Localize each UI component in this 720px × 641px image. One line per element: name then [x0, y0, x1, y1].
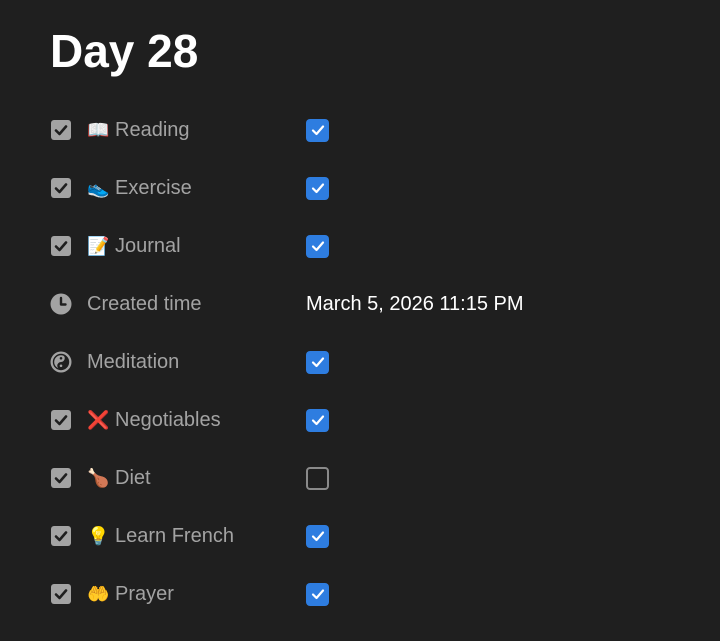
- property-label: Learn French: [115, 524, 234, 547]
- property-name-exercise[interactable]: 👟 Exercise: [50, 177, 306, 200]
- property-label: Exercise: [115, 176, 192, 199]
- property-value-journal: [306, 234, 329, 258]
- property-row-created-time: Created time March 5, 2026 11:15 PM: [50, 275, 690, 333]
- property-value-learn-french: [306, 524, 329, 548]
- yin-yang-icon: [50, 351, 72, 373]
- property-name-diet[interactable]: 🍗 Diet: [50, 467, 306, 490]
- checkbox-icon: [50, 409, 72, 431]
- property-value-created-time: March 5, 2026 11:15 PM: [306, 292, 524, 315]
- property-label: Meditation: [87, 350, 180, 373]
- reading-checkbox[interactable]: [306, 118, 329, 142]
- property-row-negotiables: ❌ Negotiables: [50, 391, 690, 449]
- page-title[interactable]: Day 28: [50, 22, 198, 80]
- checkbox-icon: [50, 177, 72, 199]
- property-row-learn-french: 💡 Learn French: [50, 507, 690, 565]
- cross-mark-emoji: ❌: [87, 409, 110, 431]
- checkbox-icon: [50, 525, 72, 547]
- checkbox-icon: [50, 467, 72, 489]
- property-value-reading: [306, 118, 329, 142]
- property-row-reading: 📖 Reading: [50, 101, 690, 159]
- open-book-emoji: 📖: [87, 119, 110, 141]
- light-bulb-emoji: 💡: [87, 525, 110, 547]
- property-name-negotiables[interactable]: ❌ Negotiables: [50, 409, 306, 432]
- property-label: Created time: [87, 292, 202, 315]
- shoe-emoji: 👟: [87, 177, 110, 199]
- clock-icon: [50, 293, 72, 315]
- exercise-checkbox[interactable]: [306, 176, 329, 200]
- property-value-exercise: [306, 176, 329, 200]
- poultry-leg-emoji: 🍗: [87, 467, 110, 489]
- memo-emoji: 📝: [87, 235, 110, 257]
- property-row-prayer: 🤲 Prayer: [50, 565, 690, 623]
- property-name-prayer[interactable]: 🤲 Prayer: [50, 583, 306, 606]
- checkbox-icon: [50, 119, 72, 141]
- palms-up-emoji: 🤲: [87, 583, 110, 605]
- property-row-exercise: 👟 Exercise: [50, 159, 690, 217]
- property-label: Prayer: [115, 582, 174, 605]
- property-row-journal: 📝 Journal: [50, 217, 690, 275]
- property-label: Negotiables: [115, 408, 221, 431]
- property-value-negotiables: [306, 408, 329, 432]
- property-name-meditation[interactable]: Meditation: [50, 351, 306, 374]
- journal-checkbox[interactable]: [306, 234, 329, 258]
- page: Day 28 📖 Reading 👟 Exercise 📝 Journal Cr…: [0, 0, 720, 641]
- checkbox-icon: [50, 235, 72, 257]
- property-label: Reading: [115, 118, 190, 141]
- property-value-meditation: [306, 350, 329, 374]
- property-value-diet: [306, 466, 329, 490]
- property-label: Journal: [115, 234, 181, 257]
- property-list: 📖 Reading 👟 Exercise 📝 Journal Created t…: [50, 101, 690, 623]
- property-name-created-time[interactable]: Created time: [50, 293, 306, 316]
- prayer-checkbox[interactable]: [306, 582, 329, 606]
- property-row-meditation: Meditation: [50, 333, 690, 391]
- property-value-prayer: [306, 582, 329, 606]
- checkbox-icon: [50, 583, 72, 605]
- property-name-reading[interactable]: 📖 Reading: [50, 119, 306, 142]
- meditation-checkbox[interactable]: [306, 350, 329, 374]
- diet-checkbox[interactable]: [306, 466, 329, 490]
- property-row-diet: 🍗 Diet: [50, 449, 690, 507]
- property-label: Diet: [115, 466, 151, 489]
- negotiables-checkbox[interactable]: [306, 408, 329, 432]
- property-name-journal[interactable]: 📝 Journal: [50, 235, 306, 258]
- learn-french-checkbox[interactable]: [306, 524, 329, 548]
- property-name-learn-french[interactable]: 💡 Learn French: [50, 525, 306, 548]
